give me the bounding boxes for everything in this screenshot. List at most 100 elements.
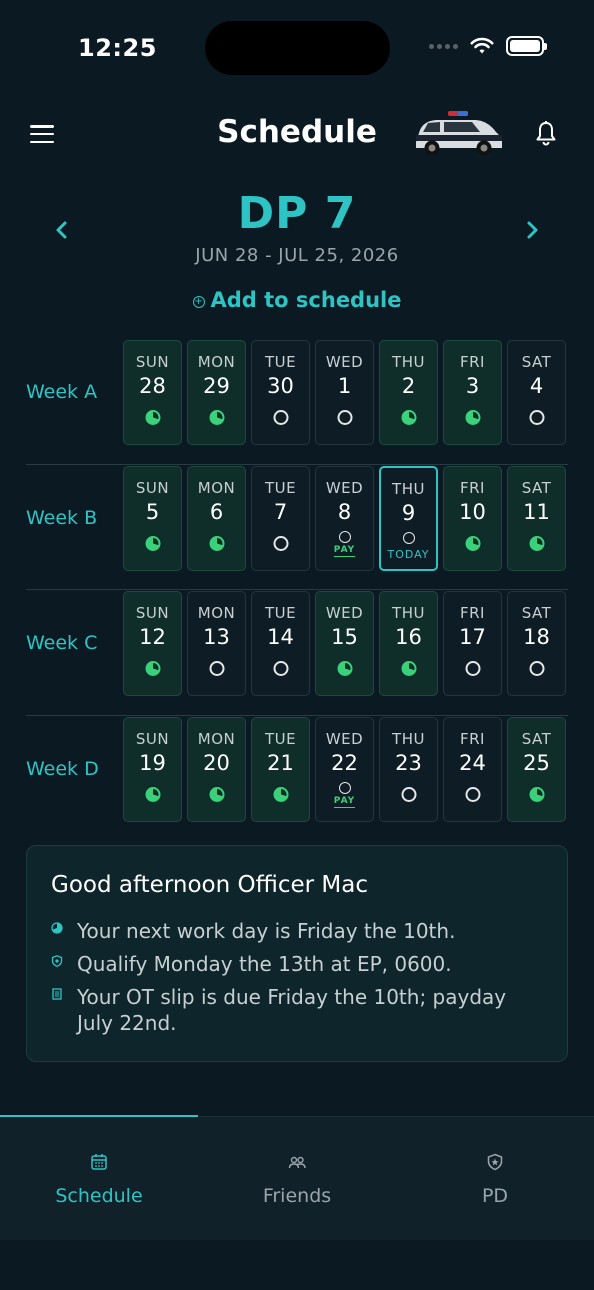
day-number: 3 (465, 374, 480, 398)
day-name: WED (325, 604, 364, 622)
off-day-icon (273, 410, 288, 425)
day-number: 2 (401, 374, 416, 398)
tab-schedule[interactable]: Schedule (0, 1117, 198, 1241)
day-number: 16 (395, 625, 422, 649)
tab-label: PD (481, 1185, 509, 1207)
day-cell[interactable]: SAT 4 (507, 340, 566, 445)
day-cell[interactable]: TUE 30 (251, 340, 310, 445)
day-name: SAT (521, 353, 552, 371)
day-cell[interactable]: THU 16 (379, 591, 438, 696)
week-label: Week B (26, 506, 98, 529)
day-name: FRI (460, 353, 485, 371)
day-cell[interactable]: THU 9 TODAY (379, 465, 438, 571)
day-cell[interactable]: THU 23 (379, 716, 438, 822)
friends-icon (288, 1156, 306, 1169)
off-day-icon (338, 781, 351, 794)
day-cell[interactable]: WED 22 PAY (315, 716, 374, 822)
wifi-icon (470, 37, 494, 54)
day-name: WED (325, 729, 364, 748)
dynamic-island (205, 21, 390, 75)
tab-label: Schedule (55, 1185, 143, 1207)
work-day-icon (465, 410, 480, 425)
status-time: 12:25 (78, 34, 157, 62)
list-item: Your OT slip is due Friday the 10th; pay… (51, 984, 543, 1036)
day-name: TUE (264, 604, 297, 622)
week-row: Week B SUN 5 MON 6 TUE 7 WED 8 PAY THU 9 TODAY FRI 10 S… (0, 465, 594, 591)
day-cell[interactable]: TUE 7 (251, 465, 310, 571)
day-cell[interactable]: MON 13 (187, 591, 246, 696)
greeting-card: Good afternoon Officer Mac Your next wor… (26, 845, 568, 1062)
add-to-schedule-label: Add to schedule (210, 288, 402, 312)
greeting-title: Good afternoon Officer Mac (51, 872, 368, 898)
badge-icon (51, 955, 63, 967)
day-name: TUE (264, 478, 297, 497)
day-cell[interactable]: SAT 18 (507, 591, 566, 696)
day-number: 29 (203, 374, 230, 398)
day-cell[interactable]: SAT 11 (507, 465, 566, 571)
day-cell[interactable]: SUN 5 (123, 465, 182, 571)
day-number: 25 (523, 750, 550, 775)
day-cell[interactable]: SUN 28 (123, 340, 182, 445)
day-name: THU (392, 604, 425, 622)
off-day-icon (273, 661, 288, 676)
day-cell[interactable]: FRI 24 (443, 716, 502, 822)
day-number: 1 (337, 374, 352, 398)
add-to-schedule-link[interactable]: + Add to schedule (0, 288, 594, 312)
period-dates: JUN 28 - JUL 25, 2026 (195, 245, 399, 266)
greeting-list: Your next work day is Friday the 10th. Q… (51, 918, 543, 1036)
document-icon (52, 988, 62, 1000)
pay-badge: PAY (316, 544, 373, 557)
day-name: SAT (521, 604, 552, 622)
day-cell[interactable]: FRI 10 (443, 465, 502, 571)
day-number: 5 (145, 499, 160, 524)
day-name: MON (197, 353, 236, 371)
day-number: 18 (523, 625, 550, 649)
day-cell[interactable]: THU 2 (379, 340, 438, 445)
today-badge: TODAY (381, 548, 436, 561)
day-number: 24 (459, 750, 486, 775)
chevron-right-icon[interactable] (522, 218, 542, 242)
day-cell[interactable]: FRI 3 (443, 340, 502, 445)
day-number: 10 (459, 499, 486, 524)
day-cell[interactable]: FRI 17 (443, 591, 502, 696)
work-day-icon (465, 535, 480, 551)
day-name: TUE (264, 729, 297, 748)
day-cell[interactable]: MON 20 (187, 716, 246, 822)
day-number: 23 (395, 750, 422, 775)
off-day-icon (529, 661, 544, 676)
day-cell[interactable]: MON 6 (187, 465, 246, 571)
status-icons (429, 36, 547, 56)
signal-icon (429, 43, 458, 49)
day-name: THU (392, 479, 425, 498)
off-day-icon (209, 661, 224, 676)
tab-pd[interactable]: PD (396, 1117, 594, 1241)
day-cell[interactable]: WED 1 (315, 340, 374, 445)
week-label: Week C (26, 632, 98, 654)
day-cell[interactable]: WED 15 (315, 591, 374, 696)
chevron-left-icon[interactable] (52, 218, 72, 242)
list-item-text: Your OT slip is due Friday the 10th; pay… (77, 985, 507, 1035)
day-cell[interactable]: WED 8 PAY (315, 465, 374, 571)
day-cell[interactable]: TUE 21 (251, 716, 310, 822)
day-cell[interactable]: TUE 14 (251, 591, 310, 696)
week-label: Week D (26, 757, 99, 780)
day-name: TUE (264, 353, 297, 371)
pay-badge: PAY (316, 795, 373, 808)
day-name: MON (197, 604, 236, 622)
bell-icon[interactable] (534, 120, 558, 146)
work-day-icon (145, 786, 160, 802)
off-day-icon (465, 661, 480, 676)
day-cell[interactable]: SUN 19 (123, 716, 182, 822)
day-cell[interactable]: MON 29 (187, 340, 246, 445)
day-cell[interactable]: SAT 25 (507, 716, 566, 822)
list-item: Your next work day is Friday the 10th. (51, 918, 543, 944)
week-days: SUN 5 MON 6 TUE 7 WED 8 PAY THU 9 TODAY FRI 10 SAT 11 (123, 465, 566, 571)
day-name: MON (197, 729, 236, 748)
day-cell[interactable]: SUN 12 (123, 591, 182, 696)
tab-friends[interactable]: Friends (198, 1117, 396, 1241)
day-number: 15 (331, 625, 358, 649)
police-car-icon (416, 111, 502, 156)
day-number: 4 (529, 374, 544, 398)
off-day-icon (337, 410, 352, 425)
day-name: SUN (135, 353, 170, 371)
